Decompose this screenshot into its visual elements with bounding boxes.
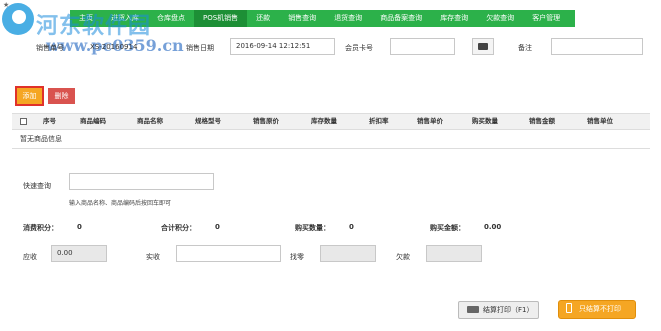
add-button[interactable]: 添加 (15, 86, 44, 106)
quantity-value: 0 (349, 223, 354, 231)
points-value: 0 (77, 223, 82, 231)
nav-item-5[interactable]: 还款 (247, 10, 279, 27)
amount-label: 购买金额： (430, 224, 465, 232)
settle-only-button[interactable]: 只结算不打印 (558, 300, 636, 319)
column-header: 折扣率 (369, 117, 389, 125)
member-card-label: 会员卡号 (345, 44, 373, 52)
debt-field (426, 245, 482, 262)
nav-item-4[interactable]: POS机销售 (194, 10, 248, 27)
amount-value: 0.00 (484, 223, 502, 231)
change-field (320, 245, 376, 262)
nav-item-10[interactable]: 欠款查询 (477, 10, 523, 27)
debt-label: 欠款 (396, 253, 410, 261)
settle-print-label: 结算打印（F1） (483, 306, 534, 314)
star-icon: ★ (3, 1, 10, 9)
quick-search-label: 快速查询 (23, 182, 51, 190)
column-header: 销售单价 (417, 117, 443, 125)
order-no-value: XS-20160914 (90, 43, 138, 51)
nav-item-9[interactable]: 库存查询 (431, 10, 477, 27)
nav-item-6[interactable]: 销售查询 (279, 10, 325, 27)
nav-item-3[interactable]: 仓库盘点 (148, 10, 194, 27)
select-all-checkbox[interactable] (20, 118, 27, 125)
settle-print-button[interactable]: 结算打印（F1） (458, 301, 539, 319)
nav-item-11[interactable]: 客户管理 (523, 10, 569, 27)
total-points-value: 0 (215, 223, 220, 231)
remark-label: 备注 (518, 44, 532, 52)
column-header: 序号 (43, 117, 56, 125)
member-card-field[interactable] (390, 38, 455, 55)
points-label: 消费积分： (23, 224, 58, 232)
quantity-label: 购买数量： (295, 224, 330, 232)
sale-date-label: 销售日期 (186, 44, 214, 52)
nav-item-7[interactable]: 退货查询 (325, 10, 371, 27)
received-input[interactable] (176, 245, 281, 262)
quick-search-input[interactable] (69, 173, 214, 190)
total-points-label: 合计积分： (161, 224, 196, 232)
settle-only-label: 只结算不打印 (579, 305, 621, 313)
receivable-label: 应收 (23, 253, 37, 261)
column-header: 销售单位 (587, 117, 613, 125)
column-header: 购买数量 (472, 117, 498, 125)
sale-date-field[interactable]: 2016-09-14 12:12:51 (230, 38, 335, 55)
receivable-field: 0.00 (51, 245, 107, 262)
order-no-label: 销售单号 (36, 44, 64, 52)
column-header: 商品编码 (80, 117, 106, 125)
table-header: 序号 商品编码 商品名称 规格型号 销售原价 库存数量 折扣率 销售单价 购买数量 销售金额 销售单… (12, 113, 650, 130)
printer-icon (467, 306, 479, 313)
received-label: 实收 (146, 253, 160, 261)
nav-item-8[interactable]: 商品备案查询 (371, 10, 431, 27)
remark-field[interactable] (551, 38, 643, 55)
column-header: 销售原价 (253, 117, 279, 125)
table-row: 暂无商品信息 (12, 130, 650, 149)
column-header: 销售金额 (529, 117, 555, 125)
quick-search-hint: 输入商品名称、商品编码后按回车即可 (69, 200, 172, 207)
mobile-icon (566, 303, 572, 313)
column-header: 商品名称 (137, 117, 163, 125)
column-header: 库存数量 (311, 117, 337, 125)
empty-table-text: 暂无商品信息 (20, 135, 62, 143)
change-label: 找零 (290, 253, 304, 261)
card-reader-icon (478, 43, 488, 50)
column-header: 规格型号 (195, 117, 221, 125)
delete-button[interactable]: 删除 (48, 88, 75, 104)
card-reader-button[interactable] (472, 38, 494, 55)
